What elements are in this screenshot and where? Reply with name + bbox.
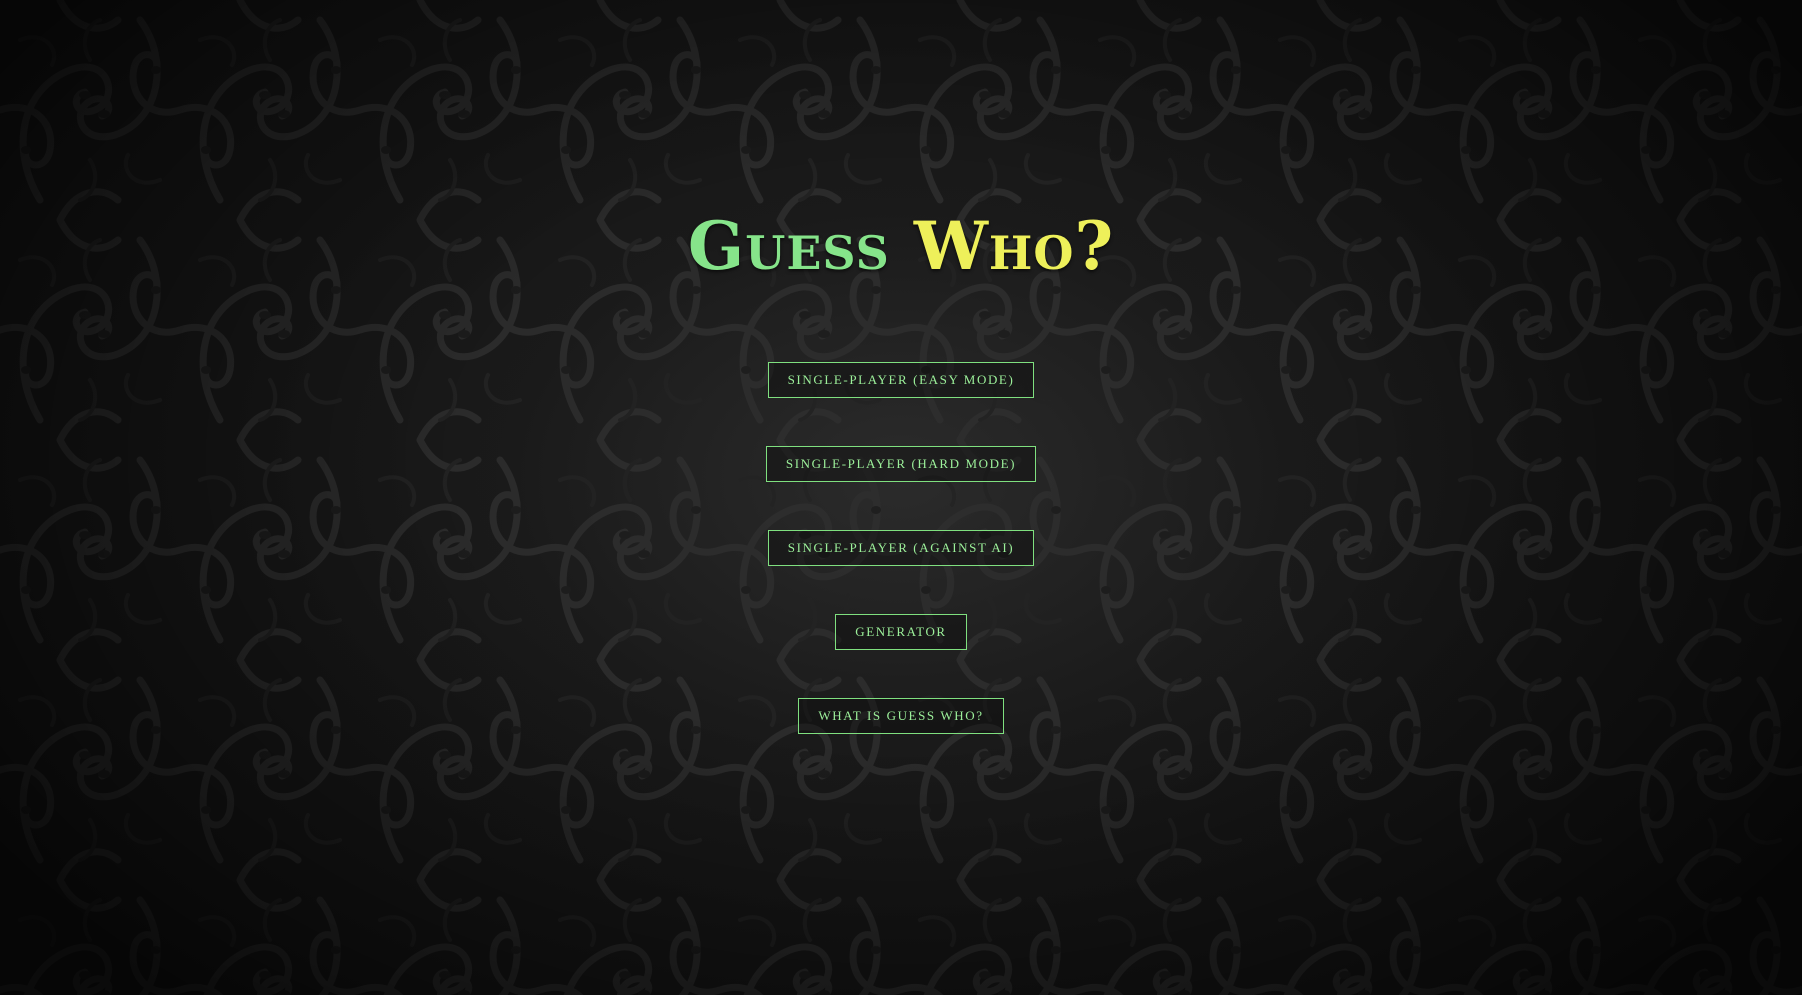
what-is-guess-who-button[interactable]: What is Guess Who? [798, 698, 1004, 734]
title-word-guess: Guess [687, 207, 890, 285]
main-menu: Single-player (Easy mode) Single-player … [0, 362, 1802, 782]
main-menu-screen: Guess Who? Single-player (Easy mode) Sin… [0, 0, 1802, 995]
title-word-who: Who? [913, 207, 1115, 285]
hard-mode-button[interactable]: Single-player (Hard mode) [765, 446, 1037, 482]
generator-button[interactable]: Generator [835, 614, 967, 650]
game-title: Guess Who? [0, 206, 1802, 286]
against-ai-button[interactable]: Single-player (Against AI) [767, 530, 1035, 566]
easy-mode-button[interactable]: Single-player (Easy mode) [767, 362, 1035, 398]
